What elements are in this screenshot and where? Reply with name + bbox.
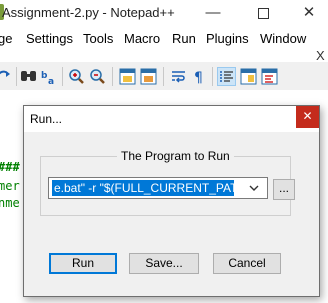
document-map-icon[interactable] — [240, 68, 257, 85]
toolbar-separator — [163, 67, 164, 86]
indent-guide-icon[interactable] — [217, 67, 236, 86]
toolbar: b a ¶ — [0, 62, 328, 90]
menu-plugins[interactable]: Plugins — [206, 31, 249, 46]
menu-settings[interactable]: Settings — [26, 31, 73, 46]
close-window-button[interactable]: ✕ — [290, 0, 328, 28]
find-icon[interactable] — [20, 68, 37, 85]
chevron-down-icon[interactable] — [247, 181, 261, 195]
browse-button[interactable]: ... — [273, 179, 295, 200]
save-button[interactable]: Save... — [129, 253, 199, 274]
menu-run[interactable]: Run — [172, 31, 196, 46]
maximize-icon — [257, 7, 269, 19]
zoom-in-icon[interactable] — [68, 68, 85, 85]
toolbar-separator — [212, 67, 213, 86]
word-wrap-icon[interactable] — [170, 68, 187, 85]
close-document-button[interactable]: X — [316, 48, 325, 63]
sync-vertical-scroll-icon[interactable] — [119, 68, 136, 85]
toolbar-separator — [62, 67, 63, 86]
editor-line: nme — [0, 196, 20, 210]
editor-line: ### — [0, 160, 20, 174]
menubar: ge Settings Tools Macro Run Plugins Wind… — [0, 28, 328, 50]
minimize-button[interactable]: — — [190, 0, 236, 28]
editor-line: mer — [0, 179, 20, 193]
replace-icon[interactable]: b a — [41, 68, 58, 85]
toolbar-separator — [112, 67, 113, 86]
minimize-icon: — — [205, 4, 221, 21]
dialog-close-button[interactable]: ✕ — [296, 106, 319, 128]
dialog-title: Run... — [30, 112, 63, 126]
group-title: The Program to Run — [117, 149, 234, 163]
svg-text:¶: ¶ — [194, 70, 203, 85]
function-list-icon[interactable] — [261, 68, 278, 85]
show-all-characters-icon[interactable]: ¶ — [191, 68, 208, 85]
sync-horizontal-scroll-icon[interactable] — [140, 68, 157, 85]
dialog-titlebar: Run... ✕ — [24, 106, 319, 132]
svg-text:b: b — [41, 71, 48, 81]
menu-macro[interactable]: Macro — [124, 31, 160, 46]
menu-language[interactable]: ge — [0, 31, 12, 46]
program-groupbox: The Program to Run e.bat" -r "$(FULL_CUR… — [40, 149, 295, 216]
maximize-button[interactable] — [240, 0, 286, 28]
zoom-out-icon[interactable] — [89, 68, 106, 85]
run-button[interactable]: Run — [49, 253, 117, 274]
window-title: Assignment-2.py - Notepad++ — [2, 5, 175, 20]
toolbar-separator — [16, 67, 17, 86]
app-titlebar: Assignment-2.py - Notepad++ — ✕ — [0, 0, 328, 28]
close-icon: ✕ — [302, 4, 316, 21]
menu-window[interactable]: Window — [260, 31, 306, 46]
redo-icon[interactable] — [0, 68, 13, 85]
menu-tools[interactable]: Tools — [83, 31, 113, 46]
command-combobox[interactable]: e.bat" -r "$(FULL_CURRENT_PATH)" — [48, 177, 268, 199]
run-dialog: Run... ✕ The Program to Run e.bat" -r "$… — [23, 105, 320, 297]
svg-text:a: a — [48, 77, 54, 85]
close-icon: ✕ — [302, 109, 313, 123]
command-input[interactable]: e.bat" -r "$(FULL_CURRENT_PATH)" — [52, 180, 234, 196]
cancel-button[interactable]: Cancel — [213, 253, 281, 274]
